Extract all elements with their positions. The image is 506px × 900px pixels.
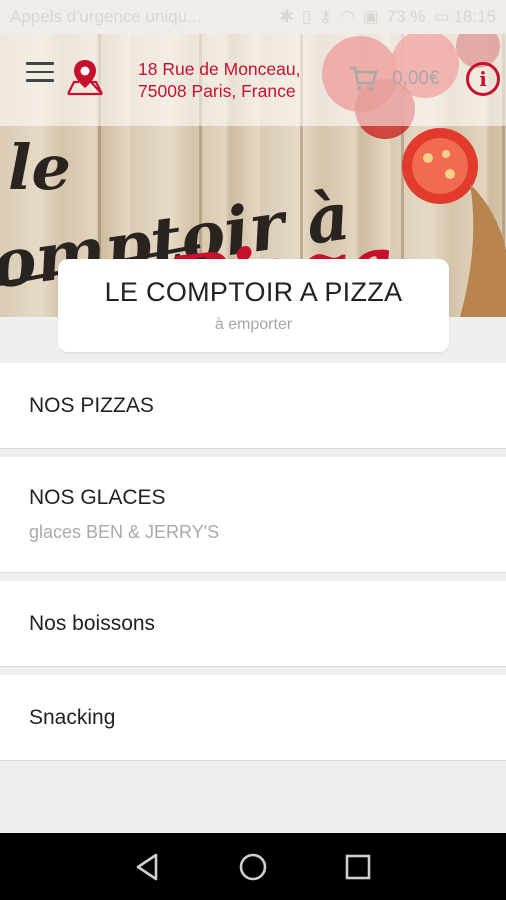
logo-word-le: le xyxy=(8,131,71,204)
restaurant-name: LE COMPTOIR A PIZZA xyxy=(104,277,403,307)
category-list: NOS PIZZAS NOS GLACES glaces BEN & JERRY… xyxy=(0,363,506,769)
battery-icon: ▭ xyxy=(433,7,450,26)
clock: 18:15 xyxy=(453,7,496,26)
home-icon[interactable] xyxy=(233,847,273,887)
order-mode: à emporter xyxy=(214,316,293,333)
category-nos-glaces[interactable]: NOS GLACES glaces BEN & JERRY'S xyxy=(0,457,506,573)
category-label: NOS PIZZAS xyxy=(29,393,154,417)
category-snacking[interactable]: Snacking xyxy=(0,675,506,761)
restaurant-title-card: LE COMPTOIR A PIZZA à emporter xyxy=(58,259,449,352)
cart-icon[interactable] xyxy=(348,64,378,94)
address-line-1: 18 Rue de Monceau, xyxy=(138,59,301,79)
system-nav-bar xyxy=(0,833,506,900)
cart-total[interactable]: 0,00€ xyxy=(392,68,440,90)
carrier-text: Appels d'urgence uniqu... xyxy=(10,7,202,26)
status-bar: Appels d'urgence uniqu... ✱ ▯ ⚷ ◠ ▣ 73 %… xyxy=(0,0,506,34)
sim-icon: ▣ xyxy=(362,7,379,26)
key-icon: ⚷ xyxy=(319,7,332,26)
top-bar: 18 Rue de Monceau, 75008 Paris, France 0… xyxy=(0,34,506,126)
category-label: NOS GLACES xyxy=(29,486,166,509)
category-nos-pizzas[interactable]: NOS PIZZAS xyxy=(0,363,506,449)
battery-percent: 73 % xyxy=(386,7,426,26)
address-line-2: 75008 Paris, France xyxy=(138,81,296,101)
category-nos-boissons[interactable]: Nos boissons xyxy=(0,581,506,667)
recents-icon[interactable] xyxy=(338,847,378,887)
wifi-icon: ◠ xyxy=(339,7,355,26)
bluetooth-icon: ✱ xyxy=(279,7,294,26)
back-icon[interactable] xyxy=(128,847,168,887)
menu-icon[interactable] xyxy=(26,62,54,86)
vibrate-icon: ▯ xyxy=(301,7,312,26)
restaurant-address[interactable]: 18 Rue de Monceau, 75008 Paris, France xyxy=(138,58,300,102)
category-label: Snacking xyxy=(29,705,116,729)
map-pin-icon[interactable] xyxy=(64,56,106,98)
status-icons: ✱ ▯ ⚷ ◠ ▣ 73 % ▭ xyxy=(280,7,450,27)
category-description: glaces BEN & JERRY'S xyxy=(29,522,220,542)
info-icon[interactable]: i xyxy=(466,62,500,96)
category-label: Nos boissons xyxy=(29,611,156,635)
